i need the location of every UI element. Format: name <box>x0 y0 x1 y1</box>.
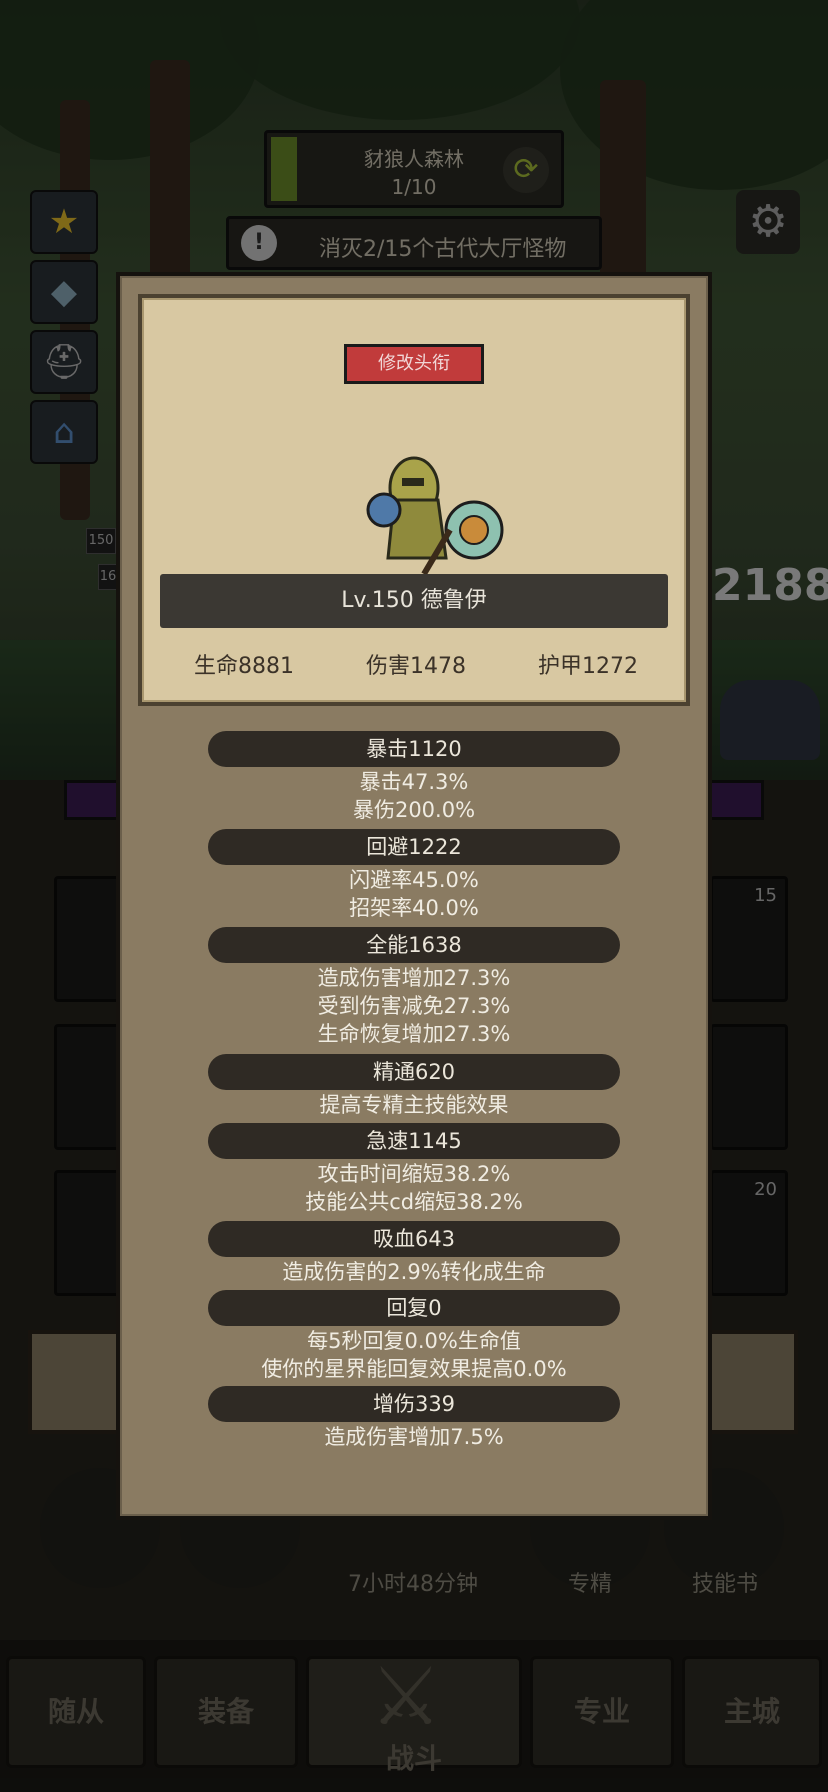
avoidance-header: 回避1222 <box>208 829 620 865</box>
edit-title-button[interactable]: 修改头衔 <box>344 344 484 384</box>
stat-detail: 每5秒回复0.0%生命值 <box>307 1329 521 1353</box>
stat-detail: 受到伤害减免27.3% <box>317 994 511 1018</box>
stat-detail: 造成伤害增加7.5% <box>324 1425 504 1449</box>
armor-stat: 护甲1272 <box>538 654 638 679</box>
regen-header: 回复0 <box>208 1290 620 1326</box>
stat-detail: 暴击47.3% <box>359 770 469 794</box>
stat-detail: 生命恢复增加27.3% <box>317 1022 511 1046</box>
stat-detail: 攻击时间缩短38.2% <box>317 1162 511 1186</box>
stat-detail: 使你的星界能回复效果提高0.0% <box>261 1357 567 1381</box>
stat-detail: 暴伤200.0% <box>352 798 476 822</box>
druid-avatar <box>366 456 504 576</box>
stat-detail: 招架率40.0% <box>349 896 479 920</box>
hp-stat: 生命8881 <box>194 654 294 679</box>
damage-increase-header: 增伤339 <box>208 1386 620 1422</box>
mastery-header: 精通620 <box>208 1054 620 1090</box>
stat-detail: 提高专精主技能效果 <box>319 1093 509 1117</box>
stat-detail: 造成伤害的2.9%转化成生命 <box>282 1260 546 1284</box>
damage-stat: 伤害1478 <box>366 654 466 679</box>
stat-detail: 技能公共cd缩短38.2% <box>305 1190 523 1214</box>
lifesteal-header: 吸血643 <box>208 1221 620 1257</box>
haste-header: 急速1145 <box>208 1123 620 1159</box>
versatility-header: 全能1638 <box>208 927 620 963</box>
stat-detail: 闪避率45.0% <box>349 868 479 892</box>
crit-header: 暴击1120 <box>208 731 620 767</box>
hero-name-label: Lv.150 德鲁伊 <box>160 574 668 628</box>
stat-detail: 造成伤害增加27.3% <box>317 966 511 990</box>
